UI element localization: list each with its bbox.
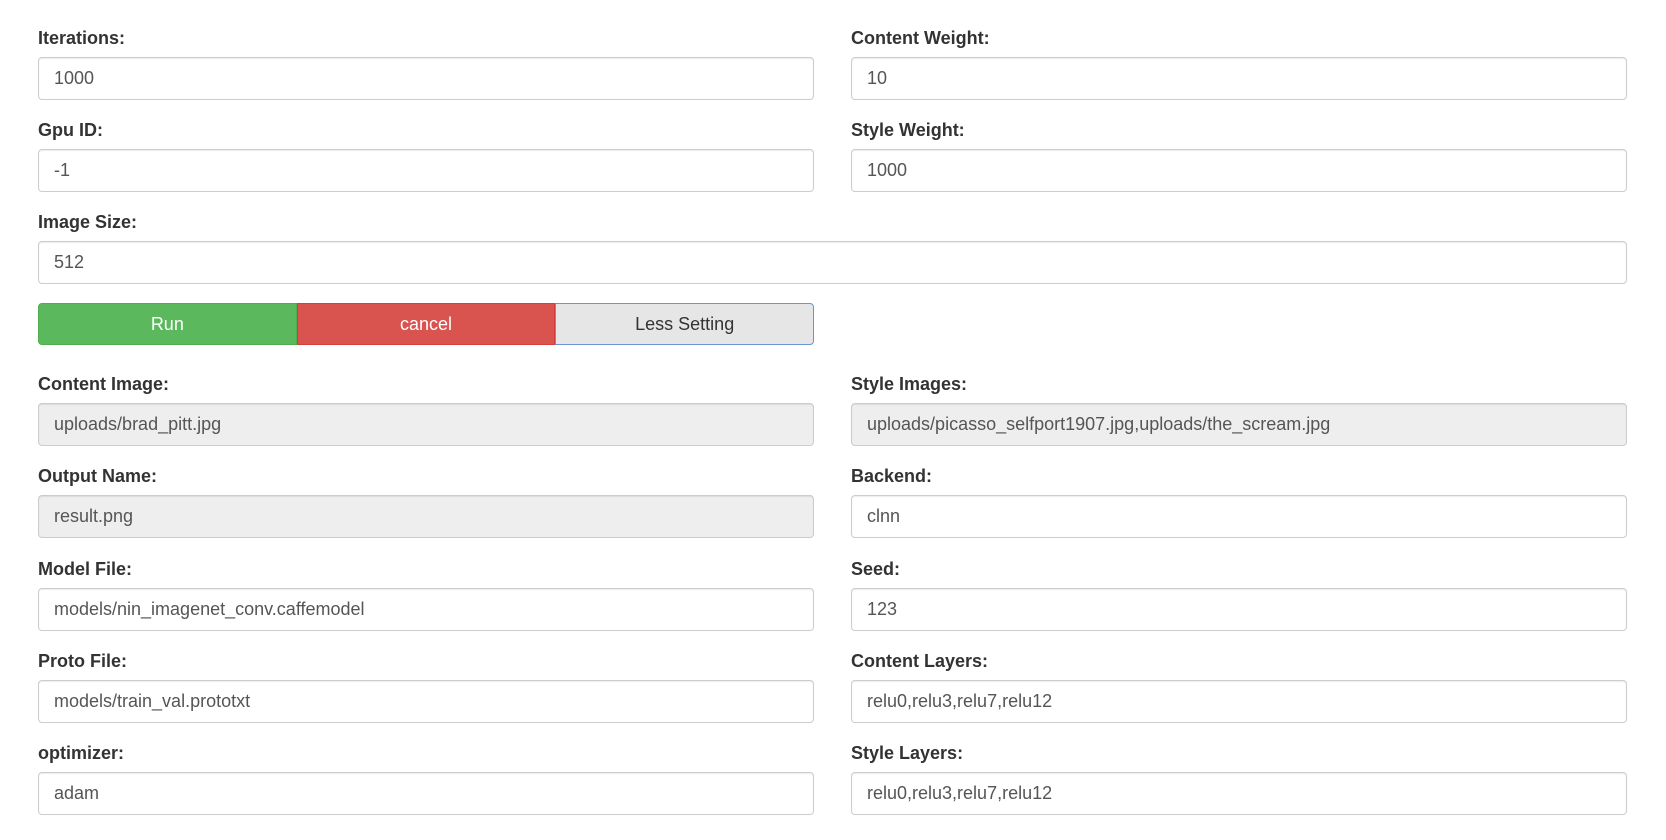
content-image-input[interactable]: [38, 403, 814, 446]
model-file-label: Model File:: [38, 559, 132, 579]
style-weight-label: Style Weight:: [851, 120, 965, 140]
style-images-label: Style Images:: [851, 374, 968, 394]
content-layers-label: Content Layers:: [851, 651, 989, 671]
proto-file-input[interactable]: [38, 680, 814, 723]
style-weight-input[interactable]: [851, 149, 1627, 192]
less-setting-button[interactable]: Less Setting: [555, 303, 815, 345]
proto-file-label: Proto File:: [38, 651, 127, 671]
backend-label: Backend:: [851, 466, 933, 486]
style-layers-label: Style Layers:: [851, 743, 964, 763]
image-size-input[interactable]: [38, 241, 1627, 284]
content-weight-label: Content Weight:: [851, 28, 990, 48]
gpu-id-label: Gpu ID:: [38, 120, 103, 140]
content-layers-input[interactable]: [851, 680, 1627, 723]
gpu-id-input[interactable]: [38, 149, 814, 192]
optimizer-input[interactable]: [38, 772, 814, 815]
style-images-input[interactable]: [851, 403, 1627, 446]
content-weight-input[interactable]: [851, 57, 1627, 100]
output-name-label: Output Name:: [38, 466, 157, 486]
run-button[interactable]: Run: [38, 303, 297, 345]
output-name-input[interactable]: [38, 495, 814, 538]
model-file-input[interactable]: [38, 588, 814, 631]
style-layers-input[interactable]: [851, 772, 1627, 815]
seed-input[interactable]: [851, 588, 1627, 631]
action-button-group: Run cancel Less Setting: [38, 303, 815, 345]
iterations-label: Iterations:: [38, 28, 126, 48]
cancel-button[interactable]: cancel: [296, 303, 556, 345]
iterations-input[interactable]: [38, 57, 814, 100]
seed-label: Seed:: [851, 559, 901, 579]
content-image-label: Content Image:: [38, 374, 170, 394]
backend-input[interactable]: [851, 495, 1627, 538]
image-size-label: Image Size:: [38, 212, 138, 232]
optimizer-label: optimizer:: [38, 743, 125, 763]
